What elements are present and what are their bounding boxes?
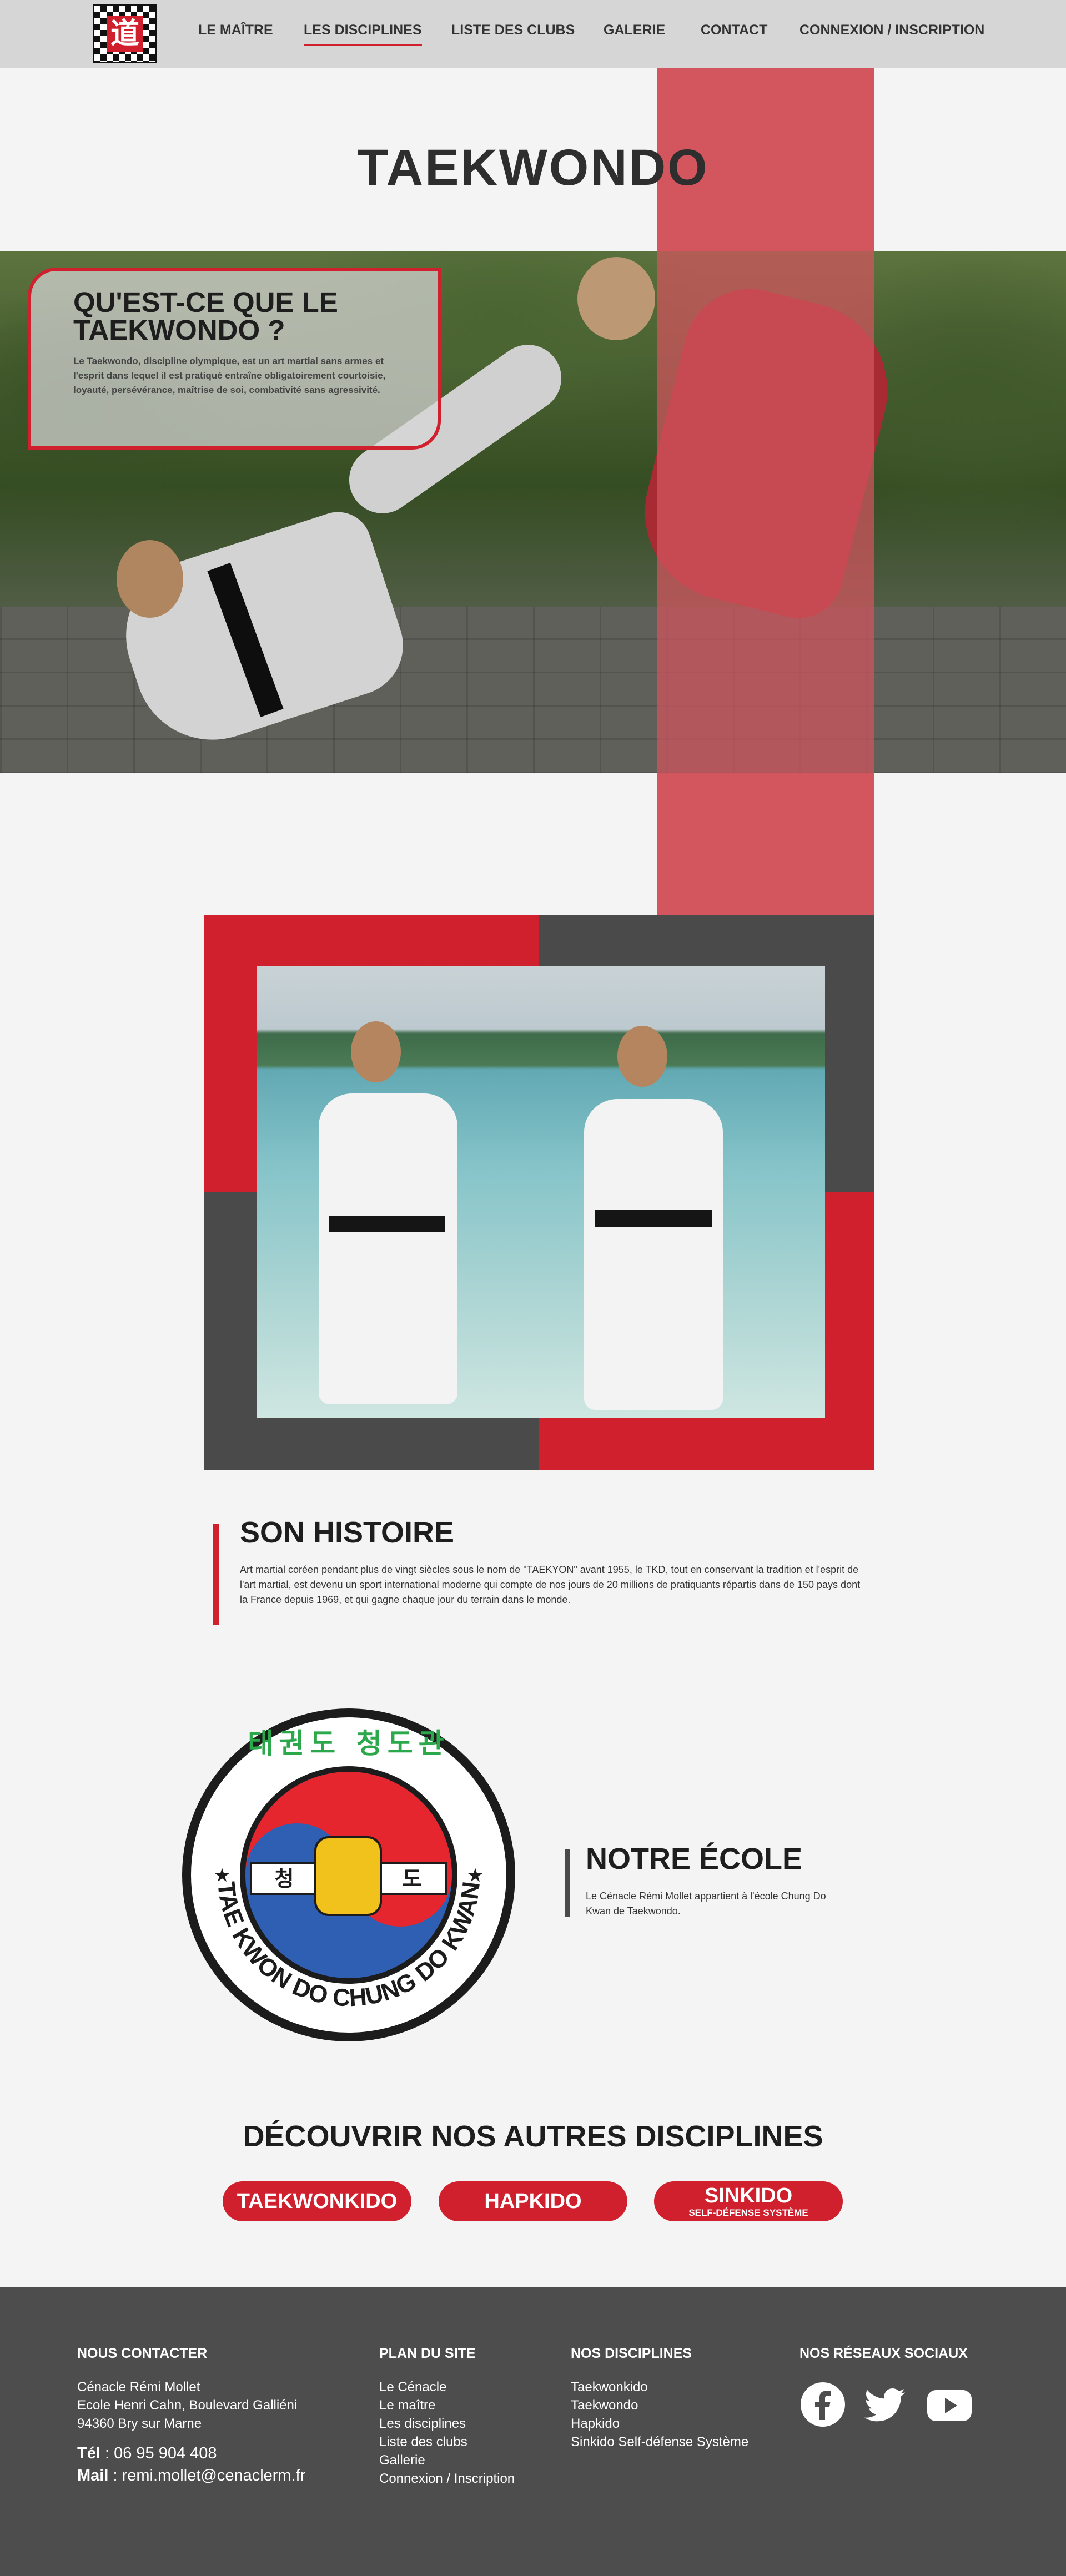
beach-training-photo: [257, 966, 825, 1418]
ecole-accent-bar: [565, 1849, 570, 1917]
hero-red-overlay: [657, 251, 874, 773]
footer-phone-value: : 06 95 904 408: [100, 2444, 217, 2462]
taekwonkido-button-label: TAEKWONKIDO: [237, 2190, 398, 2213]
footer-link-connexion[interactable]: Connexion / Inscription: [379, 2469, 515, 2488]
footer-link-sinkido[interactable]: Sinkido Self-défense Système: [571, 2433, 748, 2451]
twitter-icon[interactable]: [862, 2381, 908, 2428]
footer-disciplines-heading: NOS DISCIPLINES: [571, 2346, 692, 2361]
ecole-title: NOTRE ÉCOLE: [586, 1842, 803, 1876]
footer-phone[interactable]: Tél : 06 95 904 408: [77, 2444, 217, 2463]
emblem-fist-right-char: 도: [403, 1867, 422, 1891]
footer-contact-line: Ecole Henri Cahn, Boulevard Galliéni: [77, 2398, 298, 2413]
logo-glyph: 道: [107, 16, 143, 52]
chung-do-kwan-emblem: 청 도 태권도 청도관 TAE KWON DO CHUNG DO KWAN ★ …: [182, 1708, 515, 2041]
what-is-taekwondo-box: QU'EST-CE QUE LE TAEKWONDO ? Le Taekwond…: [28, 268, 441, 450]
nav-item-liste-des-clubs[interactable]: LISTE DES CLUBS: [451, 22, 575, 38]
other-disciplines-title: DÉCOUVRIR NOS AUTRES DISCIPLINES: [243, 2120, 823, 2153]
nav-item-connexion[interactable]: CONNEXION / INSCRIPTION: [800, 22, 984, 38]
footer-contact-line: Cénacle Rémi Mollet: [77, 2380, 200, 2394]
photo-frame: [204, 915, 874, 1470]
practitioner-right-head: [617, 1026, 667, 1087]
what-is-title: QU'EST-CE QUE LE TAEKWONDO ?: [73, 286, 338, 346]
footer-link-taekwonkido[interactable]: Taekwonkido: [571, 2378, 648, 2396]
ecole-text: Le Cénacle Rémi Mollet appartient à l'éc…: [586, 1891, 826, 1917]
youtube-icon[interactable]: [926, 2381, 973, 2428]
practitioner-left-head: [351, 1021, 401, 1082]
nav-item-les-disciplines[interactable]: LES DISCIPLINES: [304, 22, 422, 46]
nav-item-le-maitre[interactable]: LE MAÎTRE: [198, 22, 273, 38]
footer-plan-heading: PLAN DU SITE: [379, 2346, 476, 2361]
footer-mail-value: : remi.mollet@cenaclerm.fr: [108, 2467, 306, 2484]
emblem-star-left-icon: ★: [214, 1864, 230, 1887]
footer-link-liste-des-clubs[interactable]: Liste des clubs: [379, 2433, 467, 2451]
histoire-accent-bar: [213, 1524, 219, 1625]
footer-link-gallerie[interactable]: Gallerie: [379, 2451, 425, 2469]
hapkido-button[interactable]: HAPKIDO: [439, 2181, 627, 2221]
hapkido-button-label: HAPKIDO: [484, 2190, 582, 2213]
top-nav: 道 LE MAÎTRE LES DISCIPLINES LISTE DES CL…: [0, 0, 1066, 68]
footer-contact-heading: NOUS CONTACTER: [77, 2346, 208, 2361]
footer-link-hapkido[interactable]: Hapkido: [571, 2414, 620, 2433]
taekwonkido-button[interactable]: TAEKWONKIDO: [223, 2181, 411, 2221]
footer-contact-line: 94360 Bry sur Marne: [77, 2416, 202, 2431]
footer-phone-label: Tél: [77, 2444, 100, 2462]
footer-social-heading: NOS RÉSEAUX SOCIAUX: [800, 2346, 968, 2361]
sinkido-button-label: SINKIDO: [704, 2184, 793, 2207]
histoire-text: Art martial coréen pendant plus de vingt…: [240, 1564, 861, 1605]
emblem-fist-left-char: 청: [275, 1867, 294, 1891]
histoire-title: SON HISTOIRE: [240, 1516, 455, 1549]
footer-mail[interactable]: Mail : remi.mollet@cenaclerm.fr: [77, 2467, 305, 2485]
emblem-korean-top: 태권도 청도관: [248, 1727, 449, 1760]
what-is-text: Le Taekwondo, discipline olympique, est …: [73, 356, 386, 395]
footer-link-les-disciplines[interactable]: Les disciplines: [379, 2414, 466, 2433]
practitioner-left-belt: [329, 1216, 445, 1232]
emblem-fist: [314, 1836, 382, 1916]
practitioner-left: [319, 1093, 457, 1404]
emblem-star-right-icon: ★: [467, 1864, 484, 1887]
site-logo[interactable]: 道: [93, 4, 157, 63]
sinkido-button-sublabel: SELF-DÉFENSE SYSTÈME: [688, 2207, 808, 2218]
site-footer: NOUS CONTACTER Cénacle Rémi Mollet Ecole…: [0, 2287, 1066, 2576]
page-title: TAEKWONDO: [357, 139, 709, 196]
footer-link-taekwondo[interactable]: Taekwondo: [571, 2396, 638, 2414]
practitioner-right: [584, 1099, 723, 1410]
footer-link-le-cenacle[interactable]: Le Cénacle: [379, 2378, 446, 2396]
sinkido-button[interactable]: SINKIDO SELF-DÉFENSE SYSTÈME: [654, 2181, 843, 2221]
facebook-icon[interactable]: [800, 2381, 846, 2428]
nav-item-contact[interactable]: CONTACT: [701, 22, 767, 38]
practitioner-right-belt: [595, 1210, 712, 1227]
footer-mail-label: Mail: [77, 2467, 109, 2484]
footer-link-le-maitre[interactable]: Le maître: [379, 2396, 435, 2414]
nav-item-galerie[interactable]: GALERIE: [604, 22, 665, 38]
